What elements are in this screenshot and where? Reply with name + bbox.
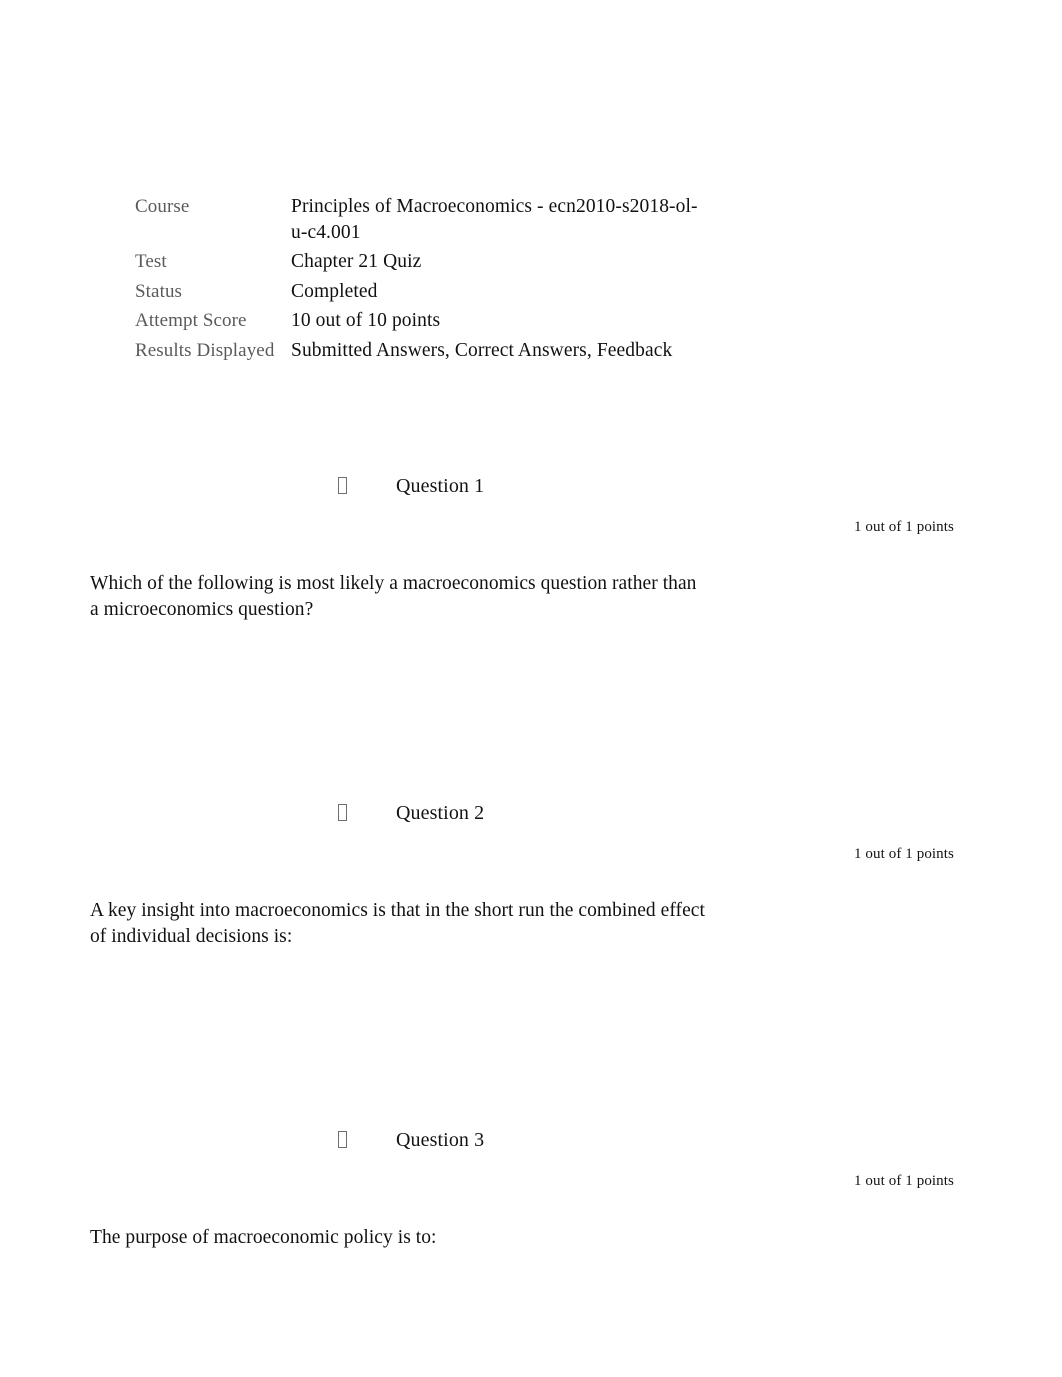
answer-area-1 bbox=[90, 633, 970, 783]
summary-row-results-displayed: Results Displayed Submitted Answers, Cor… bbox=[135, 338, 705, 364]
summary-value-results-displayed: Submitted Answers, Correct Answers, Feed… bbox=[291, 339, 673, 361]
answer-area-3 bbox=[90, 1277, 970, 1377]
summary-value-course: Principles of Macroeconomics - ecn2010-s… bbox=[291, 196, 698, 243]
question-text-3: The purpose of macroeconomic policy is t… bbox=[90, 1227, 437, 1248]
question-block-1: Question 1 1 out of 1 points Which of th… bbox=[0, 473, 1062, 620]
summary-row-status: Status Completed bbox=[135, 279, 705, 305]
missing-glyph-box-icon bbox=[338, 477, 347, 494]
attempt-summary-table: Course Principles of Macroeconomics - ec… bbox=[135, 194, 705, 367]
summary-value-status: Completed bbox=[291, 280, 378, 302]
question-header-2: Question 2 1 out of 1 points bbox=[0, 800, 1062, 862]
summary-row-test: Test Chapter 21 Quiz bbox=[135, 249, 705, 275]
question-points-1: 1 out of 1 points bbox=[853, 519, 954, 535]
question-block-3: Question 3 1 out of 1 points The purpose… bbox=[0, 1127, 1062, 1248]
answer-area-2 bbox=[90, 960, 970, 1110]
question-block-2: Question 2 1 out of 1 points A key insig… bbox=[0, 800, 1062, 947]
summary-value-attempt-score: 10 out of 10 points bbox=[291, 310, 441, 331]
question-text-1: Which of the following is most likely a … bbox=[90, 573, 697, 620]
question-text-2: A key insight into macroeconomics is tha… bbox=[90, 900, 705, 947]
question-header-1: Question 1 1 out of 1 points bbox=[0, 473, 1062, 535]
summary-label-attempt-score: Attempt Score bbox=[135, 310, 247, 331]
question-title-3: Question 3 bbox=[396, 1129, 485, 1151]
summary-row-attempt-score: Attempt Score 10 out of 10 points bbox=[135, 308, 705, 334]
question-header-3: Question 3 1 out of 1 points bbox=[0, 1127, 1062, 1189]
summary-row-course: Course Principles of Macroeconomics - ec… bbox=[135, 194, 705, 245]
question-title-2: Question 2 bbox=[396, 802, 485, 824]
summary-label-test: Test bbox=[135, 251, 167, 272]
quiz-results-page: Course Principles of Macroeconomics - ec… bbox=[0, 0, 1062, 1377]
summary-value-test: Chapter 21 Quiz bbox=[291, 251, 422, 272]
summary-label-status: Status bbox=[135, 280, 183, 302]
missing-glyph-box-icon bbox=[338, 804, 347, 821]
question-title-1: Question 1 bbox=[396, 475, 485, 497]
question-points-2: 1 out of 1 points bbox=[853, 846, 954, 862]
summary-label-course: Course bbox=[135, 196, 190, 217]
question-points-3: 1 out of 1 points bbox=[853, 1173, 954, 1189]
missing-glyph-box-icon bbox=[338, 1131, 347, 1148]
summary-label-results-displayed: Results Displayed bbox=[135, 339, 275, 361]
